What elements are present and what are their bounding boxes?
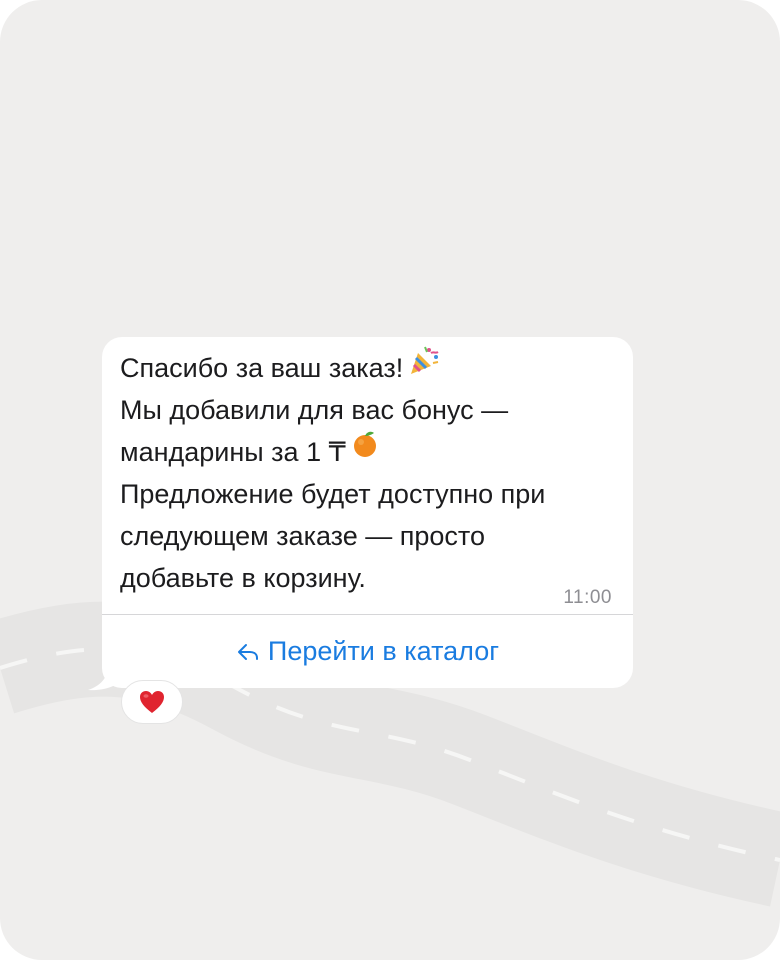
tangerine-icon [350,429,380,471]
message-line-text: мандарины за 1 ₸ [120,437,346,467]
message-text: Спасибо за ваш заказ! Мы добавили для ва… [120,346,625,599]
message-bubble: Спасибо за ваш заказ! Мы добавили для ва… [102,337,633,688]
message-line: добавьте в корзину. [120,563,366,593]
go-to-catalog-label: Перейти в каталог [267,636,500,666]
message-line: Мы добавили для вас бонус — [120,395,509,425]
red-heart-icon [140,691,164,713]
message-line: Спасибо за ваш заказ! [120,346,625,389]
message-line: Предложение будет доступно при [120,479,546,509]
message-line: мандарины за 1 ₸ [120,431,625,473]
message-time: 11:00 [563,587,612,608]
message-line-text: Спасибо за ваш заказ! [120,353,404,383]
party-popper-icon [407,343,441,389]
go-to-catalog-button[interactable]: Перейти в каталог [102,615,633,688]
reaction-badge[interactable] [121,680,183,724]
message-line: следующем заказе — просто [120,521,486,551]
reply-arrow-icon [237,643,258,660]
